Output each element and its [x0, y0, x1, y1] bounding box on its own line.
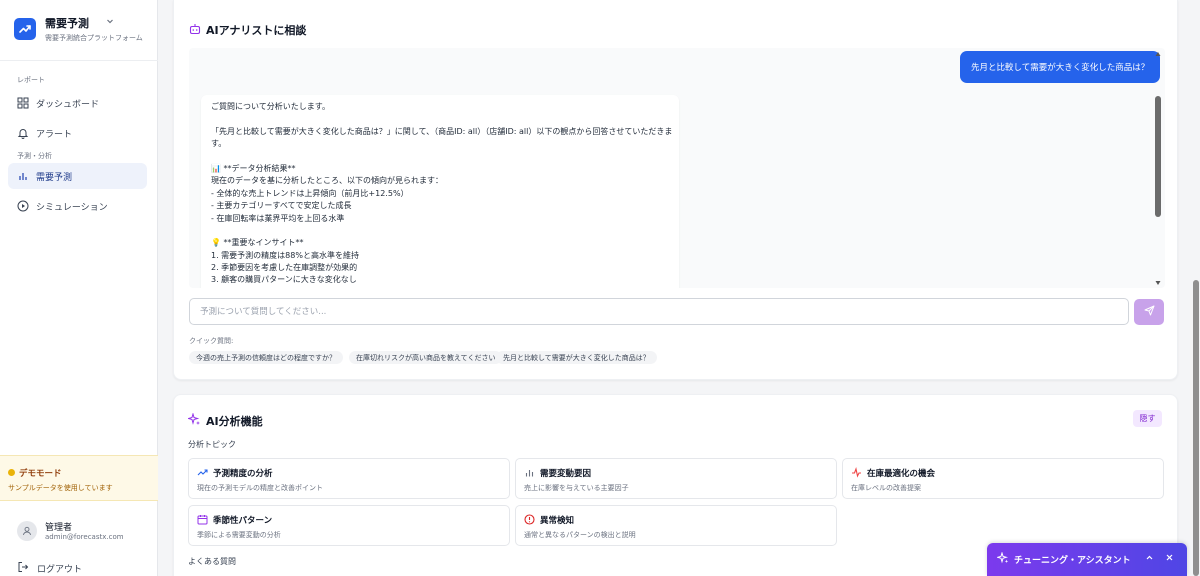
bar-chart-icon	[8, 170, 36, 182]
ai-message-line	[211, 151, 669, 163]
topic-desc: 在庫レベルの改善提案	[851, 484, 921, 492]
ai-message-line: ご質問について分析いたします。	[211, 102, 330, 111]
tuning-assistant-bar[interactable]: チューニング・アシスタント	[987, 543, 1187, 576]
assistant-title: チューニング・アシスタント	[1014, 556, 1131, 566]
topic-desc: 現在の予測モデルの精度と改善ポイント	[197, 484, 323, 492]
logout-label: ログアウト	[37, 564, 83, 575]
send-button[interactable]	[1134, 299, 1164, 325]
topic-desc: 季節による需要変動の分析	[197, 531, 281, 539]
sidebar-item-simulation[interactable]: シミュレーション	[8, 193, 147, 219]
brand-title: 需要予測	[45, 17, 89, 30]
ai-message-line: - 在庫回転率は業界平均を上回る水準	[211, 213, 345, 223]
chat-messages[interactable]: 先月と比較して需要が大きく変化した商品は？ ご質問について分析いたします。 「先…	[189, 48, 1165, 288]
quick-question-chip[interactable]: 今週の売上予測の信頼度はどの程度ですか？	[189, 351, 343, 364]
expand-button[interactable]	[1141, 551, 1157, 567]
user-email: admin@forecastx.com	[45, 533, 124, 541]
activity-icon	[851, 467, 862, 481]
grid-icon	[8, 97, 36, 109]
ai-message-line: 現在のデータを基に分析したところ、以下の傾向が見られます：	[211, 176, 443, 186]
sidebar-item-label: ダッシュボード	[36, 99, 100, 110]
ai-message-line	[211, 113, 669, 125]
chat-title: AIアナリストに相談	[206, 24, 307, 37]
user-message-bubble: 先月と比較して需要が大きく変化した商品は？	[960, 51, 1161, 83]
sidebar-item-dashboard[interactable]: ダッシュボード	[8, 90, 147, 116]
ai-message-line	[211, 225, 669, 237]
sidebar-item-alerts[interactable]: アラート	[8, 120, 147, 146]
ai-message-line: 3. 顧客の購買パターンに大きな変化なし	[211, 275, 357, 285]
topic-title: 需要変動要因	[540, 469, 592, 479]
chevron-up-icon	[1145, 553, 1154, 565]
section-label-forecast: 予測・分析	[17, 152, 52, 160]
sidebar-item-forecast[interactable]: 需要予測	[8, 163, 147, 189]
user-profile[interactable]: 管理者 admin@forecastx.com	[17, 519, 157, 545]
trend-up-icon	[197, 467, 208, 481]
topic-card-forecast-accuracy[interactable]: 予測精度の分析 現在の予測モデルの精度と改善ポイント	[188, 458, 510, 499]
trend-up-logo-icon	[14, 18, 36, 40]
topic-card-inventory-optimization[interactable]: 在庫最適化の機会 在庫レベルの改善提案	[842, 458, 1164, 499]
demo-subtitle: サンプルデータを使用しています	[8, 484, 113, 492]
brand-switcher[interactable]: 需要予測 需要予測統合プラットフォーム	[14, 14, 154, 48]
send-icon	[1144, 305, 1155, 319]
ai-message-line: す。	[211, 139, 227, 149]
topic-card-anomaly-detection[interactable]: 異常検知 通常と異なるパターンの検出と説明	[515, 505, 837, 546]
ai-message-line: 2. 季節要因を考慮した在庫調整が効果的	[211, 263, 358, 273]
ai-message-line: 1. 需要予測の精度は88%と高水準を維持	[211, 250, 359, 260]
scroll-up-arrow-icon[interactable]	[1155, 49, 1161, 60]
bar-chart-icon	[524, 467, 535, 481]
sidebar-item-label: シミュレーション	[36, 202, 108, 213]
sidebar: 需要予測 需要予測統合プラットフォーム レポート ダッシュボード アラート 予測…	[0, 0, 158, 576]
topic-desc: 通常と異なるパターンの検出と説明	[524, 531, 636, 539]
quick-questions-label: クイック質問:	[189, 337, 234, 345]
quick-question-chip[interactable]: 先月と比較して需要が大きく変化した商品は？	[496, 351, 657, 364]
close-icon	[1165, 553, 1174, 565]
ai-message-line: - 全体的な売上トレンドは上昇傾向（前月比+12.5%）	[211, 188, 409, 198]
sidebar-item-label: 需要予測	[36, 172, 73, 183]
ai-message-line: 「先月と比較して需要が大きく変化した商品は？」に関して、（商品ID: all）（…	[211, 126, 673, 136]
topic-title: 季節性パターン	[213, 516, 273, 526]
bell-icon	[8, 127, 36, 139]
sidebar-item-label: アラート	[36, 129, 73, 140]
calendar-icon	[197, 514, 208, 528]
topic-card-demand-factors[interactable]: 需要変動要因 売上に影響を与えている主要因子	[515, 458, 837, 499]
topic-title: 在庫最適化の機会	[867, 469, 936, 479]
faq-label: よくある質問	[188, 557, 236, 566]
sparkles-icon	[186, 412, 201, 429]
scroll-down-arrow-icon[interactable]	[1155, 278, 1161, 288]
ai-message-line: 💡 **重要なインサイト**	[211, 238, 304, 248]
chevron-down-icon	[106, 17, 114, 28]
bot-icon	[189, 23, 201, 38]
demo-status-dot	[8, 469, 15, 476]
demo-mode-banner: デモモード サンプルデータを使用しています	[0, 455, 158, 501]
logout-icon	[17, 561, 29, 576]
logout-button[interactable]: ログアウト	[17, 561, 82, 575]
play-circle-icon	[8, 200, 36, 212]
chat-scrollbar-thumb[interactable]	[1155, 96, 1161, 217]
analysis-title: AI分析機能	[206, 415, 263, 428]
chat-question-input[interactable]	[189, 298, 1129, 325]
user-avatar-icon	[17, 521, 37, 541]
demo-title: デモモード	[19, 469, 62, 479]
brand-subtitle: 需要予測統合プラットフォーム	[45, 34, 143, 42]
topics-label: 分析トピック	[188, 440, 236, 449]
page-scrollbar-thumb[interactable]	[1193, 280, 1199, 576]
sidebar-divider	[0, 60, 158, 61]
quick-question-chip[interactable]: 在庫切れリスクが高い商品を教えてください	[349, 351, 503, 364]
topic-title: 異常検知	[540, 516, 575, 526]
ai-analyst-chat-card: AIアナリストに相談 先月と比較して需要が大きく変化した商品は？ ご質問について…	[173, 0, 1178, 380]
user-name: 管理者	[45, 523, 73, 533]
topic-card-seasonality[interactable]: 季節性パターン 季節による需要変動の分析	[188, 505, 510, 546]
ai-message-bubble: ご質問について分析いたします。 「先月と比較して需要が大きく変化した商品は？」に…	[201, 95, 679, 288]
hide-button[interactable]: 隠す	[1133, 410, 1162, 427]
topic-title: 予測精度の分析	[213, 469, 273, 479]
topic-desc: 売上に影響を与えている主要因子	[524, 484, 629, 492]
section-label-report: レポート	[17, 76, 45, 84]
ai-message-line: - 主要カテゴリーすべてで安定した成長	[211, 201, 352, 211]
ai-message-line: 📊 **データ分析結果**	[211, 163, 296, 173]
sparkles-icon	[995, 551, 1009, 567]
alert-circle-icon	[524, 514, 535, 528]
close-button[interactable]	[1161, 551, 1177, 567]
